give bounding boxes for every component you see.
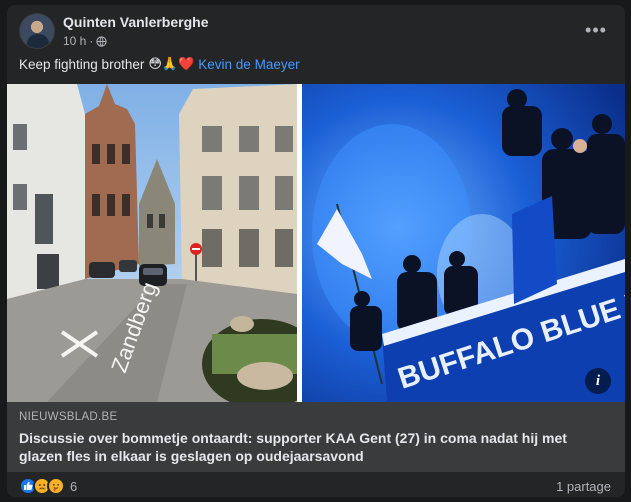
post-message: Keep fighting brother 😳🙏❤️ Kevin de Maey…: [19, 57, 300, 72]
reaction-count: 6: [70, 478, 78, 494]
meta-separator: ·: [89, 34, 94, 48]
info-button[interactable]: i: [585, 368, 611, 394]
mention-link[interactable]: Kevin de Maeyer: [198, 57, 299, 72]
link-preview-box[interactable]: NIEUWSBLAD.BE Discussie over bommetje on…: [7, 402, 625, 472]
street-photo: Zandberg: [7, 84, 297, 402]
author-name[interactable]: Quinten Vanlerberghe: [63, 14, 208, 30]
post-header: Quinten Vanlerberghe 10 h · •••: [19, 13, 613, 53]
post-meta: 10 h ·: [63, 34, 107, 48]
info-icon: i: [595, 372, 601, 389]
shares-count[interactable]: 1 partage: [556, 479, 611, 494]
message-emojis: 😳🙏❤️: [148, 57, 195, 72]
globe-icon: [96, 35, 107, 47]
reactions-summary[interactable]: 6: [19, 477, 77, 495]
link-domain: NIEUWSBLAD.BE: [19, 411, 118, 423]
more-options-icon: •••: [585, 19, 607, 40]
care-reaction-icon: [47, 477, 65, 495]
author-avatar[interactable]: [19, 13, 55, 49]
post-card: Quinten Vanlerberghe 10 h · ••• Keep fig…: [7, 5, 625, 497]
supporters-photo: BUFFALO BLUE WHITES: [302, 84, 625, 402]
message-text: Keep fighting brother: [19, 57, 145, 72]
link-preview-image[interactable]: Zandberg i: [7, 84, 625, 402]
more-options-button[interactable]: •••: [581, 15, 611, 45]
post-footer: 6 1 partage: [7, 477, 625, 497]
link-headline[interactable]: Discussie over bommetje ontaardt: suppor…: [19, 429, 613, 465]
post-time[interactable]: 10 h: [63, 34, 86, 48]
